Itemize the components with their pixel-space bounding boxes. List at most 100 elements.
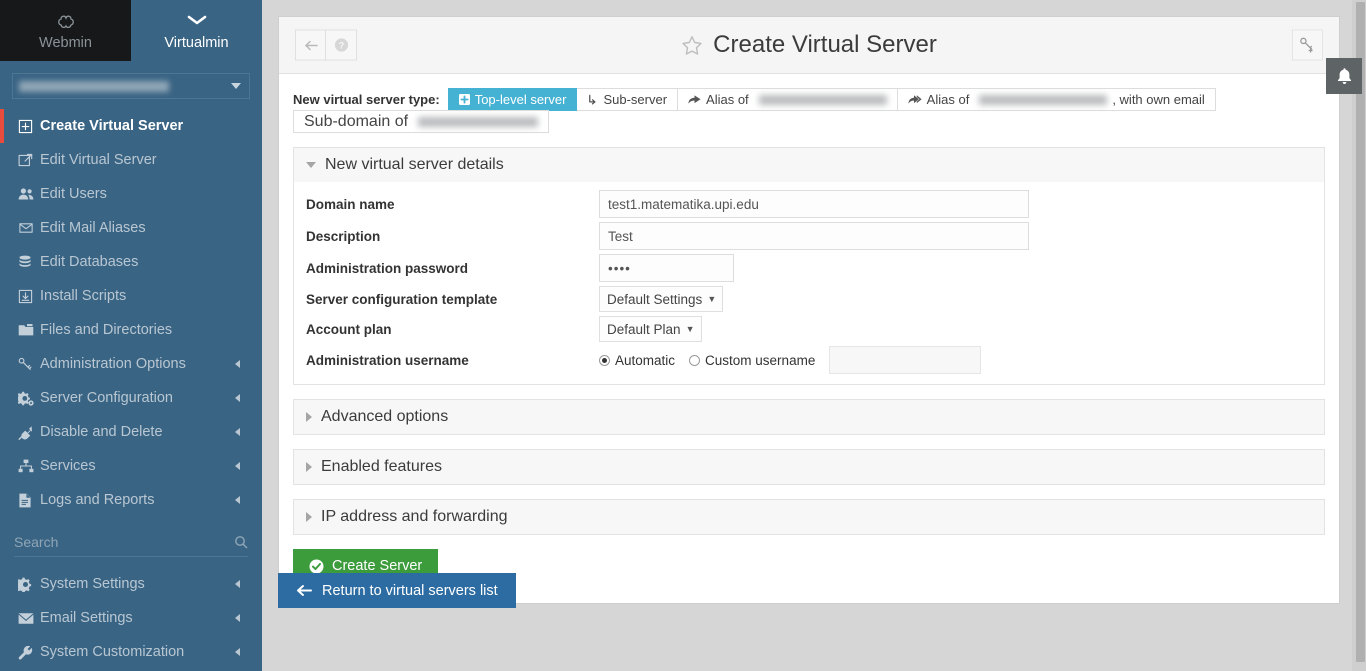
header-left-buttons: ? (295, 29, 357, 61)
chevron-left-icon (235, 648, 240, 656)
type-tab-top-level-server[interactable]: Top-level server (447, 88, 578, 111)
scrollbar-thumb[interactable] (1356, 2, 1365, 662)
type-tab-label: Alias of (926, 92, 970, 107)
card-body: New virtual server type: Top-level serve… (279, 74, 1339, 603)
check-circle-icon (309, 559, 324, 574)
sidebar-item-edit-virtual-server[interactable]: Edit Virtual Server (0, 143, 262, 177)
chevron-left-icon (235, 614, 240, 622)
sidebar-item-label: Edit Mail Aliases (40, 220, 146, 236)
section-header[interactable]: Enabled features (294, 450, 1324, 484)
sidebar-item-label: Create Virtual Server (40, 118, 184, 134)
virtual-server-type-selector: New virtual server type: Top-level serve… (293, 88, 1325, 111)
brand-tab-webmin[interactable]: Webmin (0, 0, 131, 61)
sidebar-item-install-scripts[interactable]: Install Scripts (0, 279, 262, 313)
sidebar-item-logs-and-reports[interactable]: Logs and Reports (0, 483, 262, 517)
details-section-body: Domain name Description Administration p… (294, 182, 1324, 384)
triangle-down-icon (306, 162, 316, 168)
cogs-icon (18, 391, 40, 406)
collapsed-sections: Advanced options Enabled features IP addre… (293, 399, 1325, 535)
sidebar-item-create-virtual-server[interactable]: Create Virtual Server (0, 109, 262, 143)
sidebar-item-administration-options[interactable]: Administration Options (0, 347, 262, 381)
chevron-down-icon: ▼ (707, 294, 717, 304)
vertical-scrollbar[interactable] (1352, 0, 1366, 671)
level-down-icon (587, 94, 598, 106)
sidebar-item-edit-users[interactable]: Edit Users (0, 177, 262, 211)
return-button-label: Return to virtual servers list (322, 582, 498, 599)
redacted-domain-name (758, 94, 887, 105)
account-plan-label: Account plan (306, 321, 392, 337)
sidebar-item-label: System Customization (40, 644, 185, 660)
radio-custom-username-dot (689, 354, 701, 366)
new-virtual-server-details-section: New virtual server details Domain name D… (293, 147, 1325, 385)
admin-password-input[interactable] (599, 254, 734, 282)
key-plus-button[interactable] (1292, 29, 1323, 61)
type-tab-sub-server[interactable]: Sub-server (577, 88, 679, 111)
notifications-button[interactable] (1326, 58, 1362, 94)
sidebar-item-label: Administration Options (40, 356, 186, 372)
users-icon (18, 187, 40, 201)
server-selector-dropdown[interactable] (12, 73, 250, 99)
key-icon (18, 357, 40, 372)
type-tab-sub-domain-of[interactable]: Sub-domain of (293, 110, 550, 133)
section-advanced-options: Advanced options (293, 399, 1325, 435)
star-outline-icon[interactable] (681, 35, 703, 56)
type-tab-alias-of[interactable]: Alias of (678, 88, 898, 111)
custom-username-input[interactable] (829, 346, 982, 374)
type-tab-label: Sub-server (603, 92, 668, 107)
share-arrow-double-icon (908, 94, 922, 105)
folder-icon (18, 323, 40, 337)
radio-custom-username[interactable]: Custom username (689, 353, 815, 368)
sidebar-item-label: Edit Users (40, 186, 107, 202)
envelope-filled-icon (18, 612, 40, 625)
chevron-down-icon (186, 14, 208, 34)
domain-name-input[interactable] (599, 190, 1029, 218)
plus-square-filled-icon (458, 94, 470, 105)
section-header[interactable]: IP address and forwarding (294, 500, 1324, 534)
search-input[interactable] (14, 533, 248, 550)
brand-tab-bar: Webmin Virtualmin (0, 0, 262, 61)
sidebar-item-services[interactable]: Services (0, 449, 262, 483)
return-to-virtual-servers-list-button[interactable]: Return to virtual servers list (278, 573, 516, 608)
sidebar-item-disable-and-delete[interactable]: Disable and Delete (0, 415, 262, 449)
sidebar-item-edit-databases[interactable]: Edit Databases (0, 245, 262, 279)
sidebar-item-label: Edit Databases (40, 254, 139, 270)
brand-tab-virtualmin[interactable]: Virtualmin (131, 0, 262, 61)
radio-automatic[interactable]: Automatic (599, 353, 675, 368)
question-circle-icon: ? (334, 38, 349, 53)
config-template-label: Server configuration template (306, 291, 498, 307)
share-arrow-icon (688, 94, 701, 105)
description-input[interactable] (599, 222, 1029, 250)
sidebar-item-label: Edit Virtual Server (40, 152, 157, 168)
brand-tab-webmin-label: Webmin (39, 34, 92, 51)
account-plan-select[interactable]: Default Plan ▼ (599, 316, 702, 342)
type-tab-alias-of-own-email[interactable]: Alias of , with own email (897, 88, 1216, 111)
sidebar-item-email-settings[interactable]: Email Settings (0, 601, 262, 635)
help-button[interactable]: ? (326, 29, 357, 61)
sidebar-item-server-configuration[interactable]: Server Configuration (0, 381, 262, 415)
sidebar-item-system-settings[interactable]: System Settings (0, 567, 262, 601)
sidebar-item-edit-mail-aliases[interactable]: Edit Mail Aliases (0, 211, 262, 245)
sidebar-item-system-customization[interactable]: System Customization (0, 635, 262, 669)
back-button[interactable] (295, 29, 326, 61)
config-template-select[interactable]: Default Settings ▼ (599, 286, 724, 312)
admin-username-radio-group: Automatic Custom username (599, 346, 982, 374)
form-row-account-plan: Account plan Default Plan ▼ (294, 314, 1324, 344)
form-row-admin-password: Administration password (294, 252, 1324, 284)
virtual-server-type-label: New virtual server type: (293, 92, 440, 107)
account-plan-value: Default Plan (607, 321, 681, 337)
arrow-left-icon (296, 584, 312, 597)
sidebar-search[interactable] (14, 527, 248, 557)
sidebar-item-files-and-directories[interactable]: Files and Directories (0, 313, 262, 347)
type-tab-label: Sub-domain of (304, 112, 409, 130)
server-selector-value-redacted (19, 80, 169, 92)
chevron-left-icon (235, 462, 240, 470)
form-row-admin-username: Administration username Automatic Custom… (294, 344, 1324, 376)
chevron-down-icon: ▼ (685, 324, 695, 334)
details-section-header[interactable]: New virtual server details (294, 148, 1324, 182)
type-tab-label: Alias of (706, 92, 749, 107)
sidebar-item-label: Logs and Reports (40, 492, 155, 508)
description-label: Description (306, 228, 381, 244)
type-tab-suffix: , with own email (1112, 92, 1205, 107)
section-header[interactable]: Advanced options (294, 400, 1324, 434)
